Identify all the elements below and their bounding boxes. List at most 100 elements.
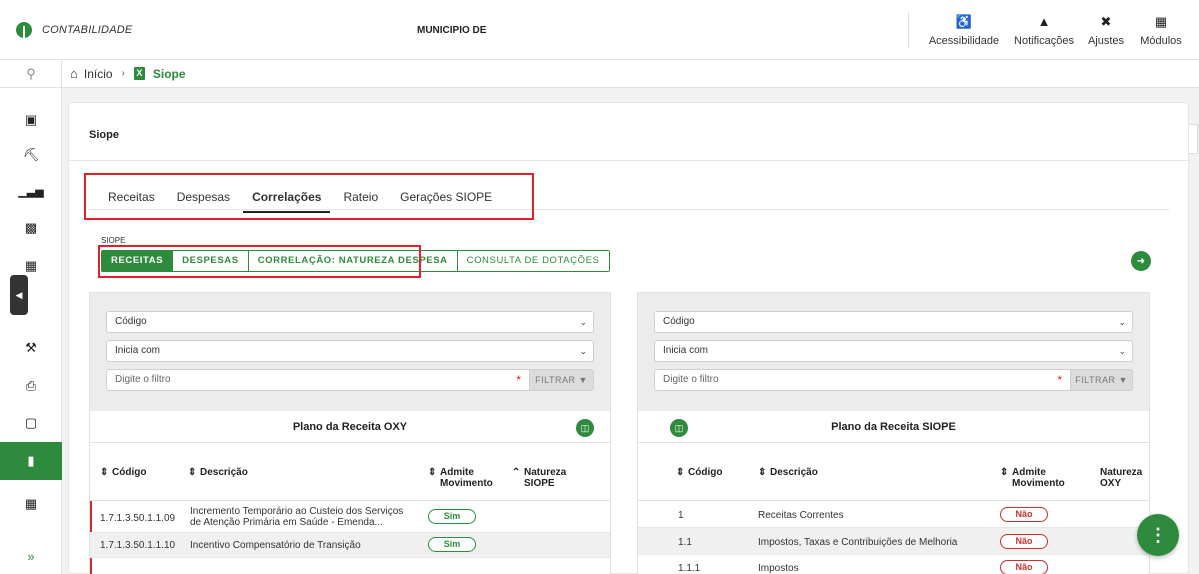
left-col-natureza[interactable]: Natureza SIOPE [524,467,584,489]
siope-label: SIOPE [101,236,126,245]
modules-button[interactable]: ▦ Módulos [1136,14,1186,47]
chevron-down-icon: ⌄ [1118,346,1126,356]
sort-icon[interactable]: ⇕ [1000,467,1008,478]
page-title: Siope [89,129,119,141]
sort-icon[interactable]: ⇕ [188,467,196,478]
right-col-codigo[interactable]: Código [688,467,722,478]
cell-codigo: 1.7.1.3.50.1.1.09 [100,513,176,524]
sort-asc-icon[interactable]: ⌃ [512,467,520,478]
grid-icon: ▦ [1154,14,1168,29]
home-icon[interactable]: ⌂ [70,66,78,81]
left-filter-input[interactable]: Digite o filtro * [106,369,530,391]
left-col-admite[interactable]: Admite Movimento [440,467,496,489]
chevron-down-icon: ⌄ [579,317,587,327]
sidebar-monitor-icon[interactable]: ▢ [0,405,62,441]
sidebar-search-icon[interactable]: ⚲ [0,60,62,88]
municipality-name: MUNICIPIO DE [417,25,487,36]
cell-descricao: Impostos [758,563,799,574]
tools-icon: ✖ [1100,14,1112,29]
status-badge: Não [1000,507,1048,522]
app-logo-icon [16,22,32,38]
sidebar-wrench-icon[interactable]: ⚒ [0,330,62,366]
left-field-select[interactable]: Código ⌄ [106,311,594,333]
right-col-admite[interactable]: Admite Movimento [1012,467,1068,489]
left-col-descricao[interactable]: Descrição [200,467,248,478]
left-filter-row: Digite o filtro * FILTRAR ▼ [106,369,594,391]
sidebar-collapse-handle[interactable]: ◀ [10,275,28,315]
right-operator-select-value: Inicia com [663,345,709,356]
header-divider [908,12,909,48]
left-operator-select-value: Inicia com [115,345,161,356]
sidebar-expand-icon[interactable]: » [0,538,62,574]
right-filter-button-label: FILTRAR [1075,375,1116,385]
cell-descricao: Receitas Correntes [758,510,844,521]
table-row[interactable]: 1.7.1.3.50.1.1.09 Incremento Temporário … [90,501,610,533]
sort-icon[interactable]: ⇕ [100,467,108,478]
cell-descricao: Impostos, Taxas e Contribuições de Melho… [758,537,958,548]
breadcrumb-home[interactable]: Início [84,67,113,81]
chevron-right-icon: › [121,68,125,79]
right-filter-placeholder: Digite o filtro [663,374,719,385]
left-filter-button-label: FILTRAR [535,375,576,385]
status-badge: Não [1000,560,1048,574]
settings-button[interactable]: ✖ Ajustes [1083,14,1129,47]
export-icon[interactable]: ➜ [1131,251,1151,271]
cell-codigo: 1.1.1 [678,563,701,574]
sidebar-key-icon[interactable]: ⛏ [0,137,62,173]
table-row[interactable]: 1 Receitas Correntes Não [638,501,1149,528]
notifications-button[interactable]: ▲ Notificações [1008,14,1080,47]
right-filter-input[interactable]: Digite o filtro * [654,369,1071,391]
more-actions-button[interactable]: ⋮ [1137,514,1179,556]
status-badge: Sim [428,537,476,552]
left-filter-button[interactable]: FILTRAR ▼ [530,369,594,391]
right-filter-row: Digite o filtro * FILTRAR ▼ [654,369,1133,391]
left-field-select-value: Código [115,316,147,327]
cell-codigo: 1.7.1.3.50.1.1.10 [100,540,176,551]
cell-codigo: 1.1 [678,537,692,548]
right-filter-button[interactable]: FILTRAR ▼ [1071,369,1133,391]
chevron-down-icon: ⌄ [579,346,587,356]
notifications-label: Notificações [1014,35,1074,47]
left-panel-filters: Código ⌄ Inicia com ⌄ Digite o filtro * … [90,293,610,411]
right-col-descricao[interactable]: Descrição [770,467,818,478]
right-field-select[interactable]: Código ⌄ [654,311,1133,333]
sidebar-add-icon[interactable]: ▣ [0,102,62,138]
sidebar-money-icon[interactable]: ▩ [0,210,62,246]
sort-icon[interactable]: ⇕ [758,467,766,478]
status-badge: Sim [428,509,476,524]
required-asterisk: * [1057,373,1062,387]
main-card: Siope Receitas Despesas Correlações Rate… [68,102,1190,574]
sidebar-apps-icon[interactable]: ▦ [0,486,62,522]
funnel-icon: ▼ [1118,375,1128,385]
table-row[interactable]: 1.7.1.3.50.1.1.10 Incentivo Compensatóri… [90,533,610,558]
accessibility-button[interactable]: ♿ Acessibilidade [927,14,1001,47]
accessibility-label: Acessibilidade [928,35,1000,47]
breadcrumb: ⌂ Início › X Siope [62,60,1199,88]
right-panel: Código ⌄ Inicia com ⌄ Digite o filtro * … [637,292,1150,574]
segment-consulta-button[interactable]: CONSULTA DE DOTAÇÕES [457,251,609,271]
sidebar-document-icon[interactable]: ▮ [0,442,62,480]
right-col-natureza[interactable]: Natureza OXY [1100,467,1146,489]
sidebar-chart-icon[interactable]: ▁▃▅ [0,173,62,209]
sort-icon[interactable]: ⇕ [676,467,684,478]
right-plan-title: Plano da Receita SIOPE [831,421,956,433]
sidebar: ⚲ ▣ ⛏ ▁▃▅ ▩ ▦ ◀ ⚒ ⎙ ▢ ▮ ▦ » [0,60,62,574]
right-operator-select[interactable]: Inicia com ⌄ [654,340,1133,362]
bell-icon: ▲ [1037,14,1051,29]
table-row[interactable]: 1.1 Impostos, Taxas e Contribuições de M… [638,528,1149,555]
sidebar-print-icon[interactable]: ⎙ [0,368,62,404]
right-panel-filters: Código ⌄ Inicia com ⌄ Digite o filtro * … [638,293,1149,411]
sort-icon[interactable]: ⇕ [428,467,436,478]
breadcrumb-current: Siope [152,66,186,81]
left-plan-header: Plano da Receita OXY ◫ [90,411,610,443]
app-title: CONTABILIDADE [42,24,133,36]
columns-icon[interactable]: ◫ [576,419,594,437]
settings-label: Ajustes [1087,35,1125,47]
right-field-select-value: Código [663,316,695,327]
status-badge: Não [1000,534,1048,549]
table-row[interactable]: 1.1.1 Impostos Não [638,555,1149,574]
left-operator-select[interactable]: Inicia com ⌄ [106,340,594,362]
required-asterisk: * [516,373,521,387]
cell-codigo: 1 [678,510,684,521]
left-col-codigo[interactable]: Código [112,467,146,478]
